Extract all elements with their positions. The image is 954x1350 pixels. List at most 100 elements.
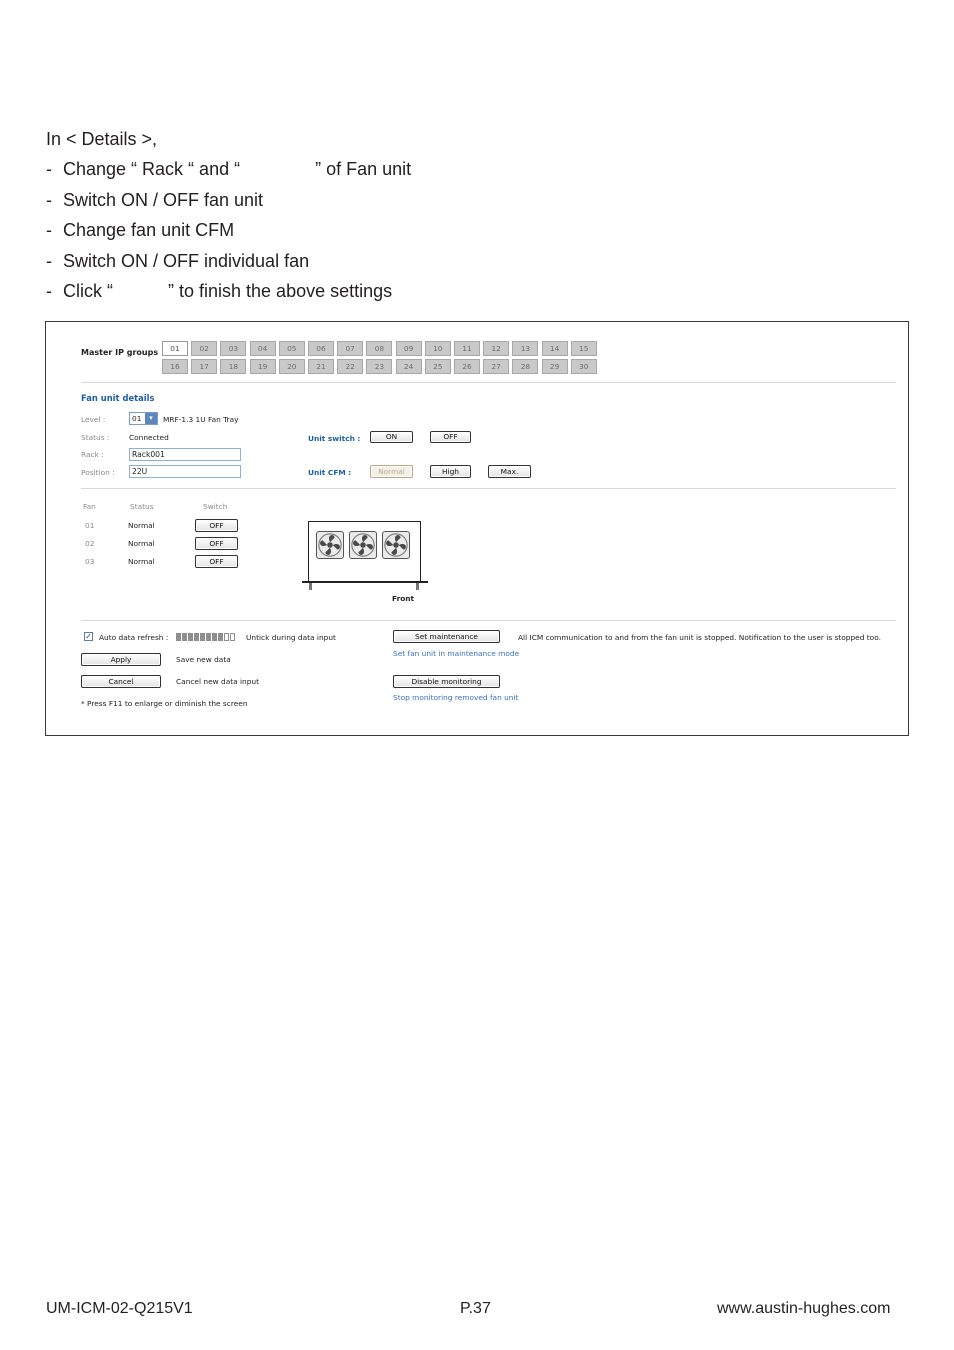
- untick-note: Untick during data input: [246, 633, 336, 642]
- apply-description: Save new data: [176, 655, 231, 664]
- apply-button[interactable]: Apply: [81, 653, 161, 666]
- master-ip-group-28[interactable]: 28: [512, 359, 539, 374]
- master-ip-group-26[interactable]: 26: [454, 359, 480, 374]
- fan-switch-button[interactable]: OFF: [195, 555, 238, 568]
- status-value: Connected: [129, 433, 169, 442]
- master-ip-group-20[interactable]: 20: [278, 359, 305, 374]
- maintenance-mode-link[interactable]: Set fan unit in maintenance mode: [393, 649, 519, 658]
- fan-unit-details-ui: Master IP groups Fan unit details Level …: [46, 322, 908, 735]
- fan-icon[interactable]: [349, 531, 377, 559]
- status-label: Status :: [81, 433, 110, 442]
- stop-monitoring-link[interactable]: Stop monitoring removed fan unit: [393, 693, 518, 702]
- rack-label: Rack :: [81, 450, 104, 459]
- set-maintenance-button[interactable]: Set maintenance: [393, 630, 500, 643]
- meter-segment: [206, 633, 211, 641]
- front-label: Front: [392, 594, 415, 603]
- master-ip-group-30[interactable]: 30: [570, 359, 597, 374]
- master-ip-group-06[interactable]: 06: [308, 341, 334, 356]
- intro-line-3: - Switch ON / OFF fan unit: [46, 185, 411, 215]
- cfm-normal-button[interactable]: Normal: [370, 465, 413, 478]
- fan-icon[interactable]: [382, 531, 410, 559]
- fan-tray-leg: [416, 583, 419, 590]
- intro-line-2-text: Change “ Rack “ and “ ” of Fan unit: [63, 159, 412, 180]
- master-ip-group-10[interactable]: 10: [424, 341, 451, 356]
- master-ip-group-15[interactable]: 15: [570, 341, 597, 356]
- fan-switch-button[interactable]: OFF: [195, 537, 238, 550]
- disable-monitoring-button[interactable]: Disable monitoring: [393, 675, 500, 688]
- meter-segment: [230, 633, 235, 641]
- master-ip-group-23[interactable]: 23: [366, 359, 393, 374]
- intro-line-6-text: Click “ ” to finish the above settings: [63, 280, 393, 301]
- refresh-progress-meter: [176, 633, 238, 641]
- fan-tray-base: [302, 581, 428, 583]
- master-ip-group-17[interactable]: 17: [191, 359, 218, 374]
- master-ip-group-05[interactable]: 05: [278, 341, 305, 356]
- auto-refresh-label: Auto data refresh :: [99, 633, 169, 642]
- master-ip-group-12[interactable]: 12: [483, 341, 510, 356]
- fan-id: 03: [85, 557, 95, 566]
- document-code: UM-ICM-02-Q215V1: [46, 1300, 193, 1317]
- master-ip-group-25[interactable]: 25: [424, 359, 451, 374]
- meter-segment: [218, 633, 223, 641]
- master-ip-group-29[interactable]: 29: [541, 359, 568, 374]
- unit-on-button[interactable]: ON: [370, 431, 413, 443]
- level-label: Level :: [81, 415, 106, 424]
- level-select[interactable]: 01 ▾: [129, 412, 158, 425]
- master-ip-group-01[interactable]: 01: [162, 341, 188, 356]
- intro-text: In < Details >, - Change “ Rack “ and “ ”…: [46, 124, 411, 306]
- master-ip-group-24[interactable]: 24: [395, 359, 422, 374]
- unit-switch-label: Unit switch :: [308, 434, 361, 443]
- intro-line-6: - Click “ ” to finish the above settings: [46, 276, 411, 306]
- master-ip-group-22[interactable]: 22: [337, 359, 364, 374]
- bullet-dash: -: [46, 189, 52, 210]
- chevron-down-icon: ▾: [145, 413, 157, 424]
- position-input[interactable]: 22U: [129, 465, 241, 478]
- cfm-max-button[interactable]: Max.: [488, 465, 531, 478]
- master-ip-group-02[interactable]: 02: [191, 341, 218, 356]
- master-ip-group-13[interactable]: 13: [512, 341, 539, 356]
- status-column-header: Status: [130, 502, 154, 511]
- fan-status: Normal: [128, 539, 155, 548]
- master-ip-group-03[interactable]: 03: [220, 341, 247, 356]
- master-ip-group-16[interactable]: 16: [162, 359, 188, 374]
- bullet-dash: -: [46, 280, 52, 301]
- master-ip-group-18[interactable]: 18: [220, 359, 247, 374]
- master-ip-group-21[interactable]: 21: [308, 359, 334, 374]
- position-label: Position :: [81, 468, 115, 477]
- meter-segment: [182, 633, 187, 641]
- cancel-button[interactable]: Cancel: [81, 675, 161, 688]
- master-ip-group-27[interactable]: 27: [483, 359, 510, 374]
- intro-line-5-text: Switch ON / OFF individual fan: [63, 250, 310, 271]
- f11-note: * Press F11 to enlarge or diminish the s…: [81, 699, 248, 708]
- intro-line-4: - Change fan unit CFM: [46, 215, 411, 245]
- intro-line-2: - Change “ Rack “ and “ ” of Fan unit: [46, 154, 411, 184]
- meter-segment: [200, 633, 205, 641]
- rack-input[interactable]: Rack001: [129, 448, 241, 461]
- fan-icon[interactable]: [316, 531, 344, 559]
- website-url: www.austin-hughes.com: [717, 1300, 891, 1317]
- intro-line-3-text: Switch ON / OFF fan unit: [63, 189, 264, 210]
- master-ip-group-11[interactable]: 11: [454, 341, 480, 356]
- meter-segment: [176, 633, 181, 641]
- meter-segment: [212, 633, 217, 641]
- unit-off-button[interactable]: OFF: [430, 431, 471, 443]
- cfm-high-button[interactable]: High: [430, 465, 471, 478]
- divider: [81, 382, 896, 383]
- intro-line-4-text: Change fan unit CFM: [63, 220, 235, 241]
- intro-line-5: - Switch ON / OFF individual fan: [46, 246, 411, 276]
- fan-switch-button[interactable]: OFF: [195, 519, 238, 532]
- master-ip-group-07[interactable]: 07: [337, 341, 364, 356]
- auto-refresh-checkbox[interactable]: ✓: [84, 632, 93, 641]
- master-ip-group-04[interactable]: 04: [249, 341, 276, 356]
- intro-line-1: In < Details >,: [46, 129, 158, 149]
- meter-segment: [194, 633, 199, 641]
- master-ip-group-19[interactable]: 19: [249, 359, 276, 374]
- fan-tray-leg: [309, 583, 312, 590]
- master-ip-group-14[interactable]: 14: [541, 341, 568, 356]
- master-ip-group-08[interactable]: 08: [366, 341, 393, 356]
- fan-id: 01: [85, 521, 95, 530]
- switch-column-header: Switch: [203, 502, 228, 511]
- screenshot-frame: Master IP groups Fan unit details Level …: [45, 321, 909, 736]
- divider: [81, 488, 896, 489]
- master-ip-group-09[interactable]: 09: [395, 341, 422, 356]
